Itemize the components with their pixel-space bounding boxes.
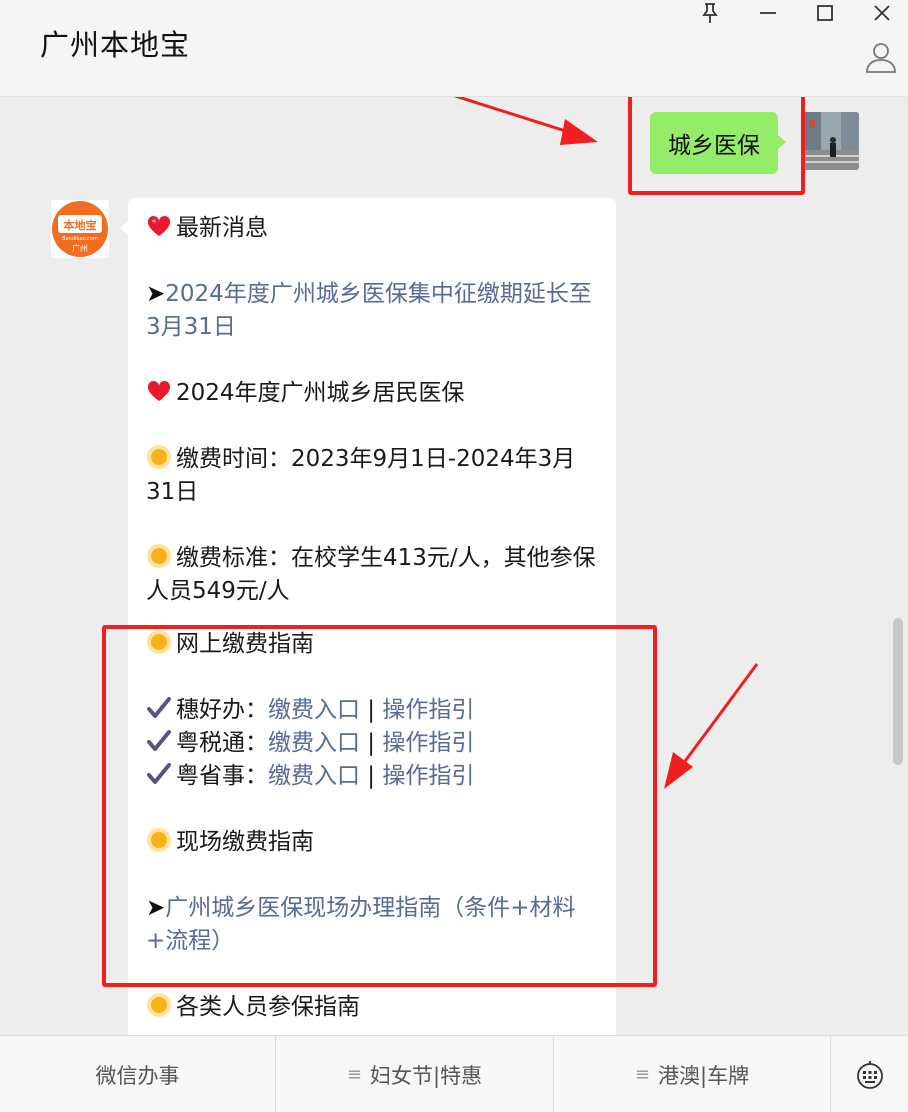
- pay-standard-line: 缴费标准：在校学生413元/人，其他参保人员549元/人: [146, 542, 600, 608]
- heart-icon: [147, 380, 171, 401]
- sun-icon: [147, 993, 171, 1017]
- pay-time-text: 缴费时间：2023年9月1日-2024年3月31日: [146, 446, 576, 505]
- heading-2024: 2024年度广州城乡居民医保: [176, 380, 465, 406]
- highlight-box-user-message: [628, 97, 805, 195]
- bot-avatar[interactable]: 本地宝 Bendibao.com 广州: [51, 200, 109, 258]
- latest-news-link[interactable]: 2024年度广州城乡医保集中征缴期延长至3月31日: [146, 281, 592, 340]
- chat-title: 广州本地宝: [40, 28, 191, 62]
- bottom-menu: 微信办事 ≡ 妇女节|特惠 ≡ 港澳|车牌: [0, 1035, 908, 1112]
- title-bar: 广州本地宝: [0, 0, 908, 97]
- maximize-icon[interactable]: [805, 0, 845, 26]
- menu-item-label: 港澳|车牌: [658, 1063, 750, 1088]
- chat-scrollbar[interactable]: [893, 618, 903, 765]
- svg-text:本地宝: 本地宝: [64, 218, 97, 232]
- chat-area[interactable]: 城乡医保 本地宝 Bendibao.com 广州 最新消息 ➤2024年度广州城: [0, 97, 908, 1035]
- arrow-glyph: ➤: [146, 281, 166, 307]
- menu-item-hk-macau-plate[interactable]: ≡ 港澳|车牌: [554, 1036, 831, 1112]
- menu-item-label: 妇女节|特惠: [370, 1063, 483, 1088]
- next-header-line: 各类人员参保指南: [146, 991, 600, 1024]
- pay-standard-text: 缴费标准：在校学生413元/人，其他参保人员549元/人: [146, 545, 596, 604]
- latest-news-header: 最新消息: [176, 215, 268, 241]
- menu-list-icon: ≡: [346, 1064, 362, 1085]
- user-avatar[interactable]: [803, 112, 859, 170]
- pay-time-line: 缴费时间：2023年9月1日-2024年3月31日: [146, 443, 600, 509]
- heading-2024-line: 2024年度广州城乡居民医保: [146, 377, 600, 410]
- latest-link-line: ➤2024年度广州城乡医保集中征缴期延长至3月31日: [146, 278, 600, 344]
- pin-icon[interactable]: [690, 0, 730, 26]
- heart-icon: [147, 215, 171, 236]
- svg-text:广州: 广州: [72, 243, 88, 253]
- menu-item-womens-day[interactable]: ≡ 妇女节|特惠: [276, 1036, 554, 1112]
- minimize-icon[interactable]: [748, 0, 788, 26]
- close-icon[interactable]: [862, 0, 902, 26]
- menu-list-icon: ≡: [634, 1064, 650, 1085]
- latest-news-line: 最新消息: [146, 212, 600, 245]
- menu-item-label: 微信办事: [95, 1063, 180, 1088]
- arrow-to-user-message: [453, 97, 598, 145]
- keyboard-icon[interactable]: [831, 1036, 908, 1112]
- arrow-to-online-guide: [664, 663, 759, 789]
- profile-icon[interactable]: [864, 40, 898, 74]
- highlight-box-online-guide: [102, 625, 657, 987]
- menu-item-wechat-services[interactable]: 微信办事: [0, 1036, 276, 1112]
- svg-text:Bendibao.com: Bendibao.com: [62, 236, 98, 242]
- next-section-header: 各类人员参保指南: [176, 994, 360, 1020]
- sun-icon: [147, 445, 171, 469]
- sun-icon: [147, 544, 171, 568]
